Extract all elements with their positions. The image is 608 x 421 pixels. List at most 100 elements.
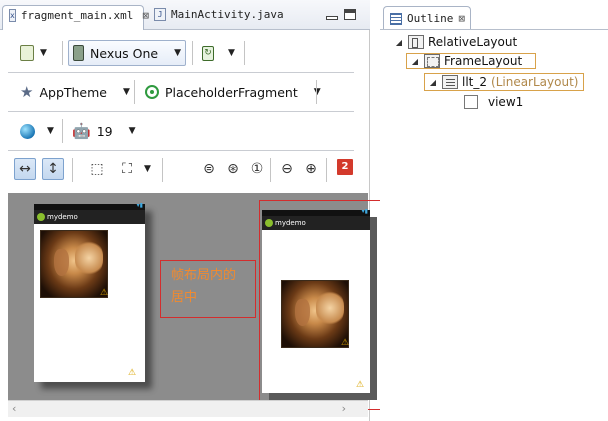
- zoom-real-icon: ⊛: [227, 161, 239, 177]
- android-icon: 🤖: [72, 122, 91, 140]
- toolbar-separator: [8, 111, 354, 112]
- wifi-icon: ▾▮: [136, 202, 143, 209]
- maximize-button[interactable]: [344, 9, 356, 20]
- tree-item-llt2[interactable]: ◢ llt_2 (LinearLayout): [428, 73, 578, 91]
- zoom-fit-button[interactable]: ⊜: [198, 158, 220, 180]
- chevron-down-icon: ▼: [47, 126, 54, 136]
- chevron-down-icon: ▼: [128, 126, 136, 136]
- activity-label: PlaceholderFragment: [165, 84, 298, 100]
- activity-select[interactable]: PlaceholderFragment ▼: [141, 79, 325, 105]
- star-icon: ★: [20, 83, 34, 101]
- tree-item-label: FrameLayout: [444, 54, 523, 68]
- outline-tab-label: Outline: [407, 12, 454, 25]
- zoom-out-icon: ⊖: [281, 161, 293, 177]
- tree-item-view1[interactable]: view1: [464, 93, 523, 111]
- toolbar-divider: [62, 119, 63, 143]
- layout-editor: x fragment_main.xml ⊠ J MainActivity.jav…: [0, 0, 383, 421]
- annotation-line: 帧布局内的: [171, 268, 237, 283]
- tab-label: MainActivity.java: [171, 8, 284, 21]
- toolbar-divider: [162, 158, 163, 182]
- width-arrows-icon: ↔: [19, 161, 31, 177]
- warning-icon: ⚠: [128, 368, 137, 378]
- relative-layout-icon: [408, 35, 424, 49]
- margins-icon: ⬚: [90, 161, 104, 177]
- expand-icon[interactable]: ◢: [428, 78, 438, 87]
- config-icon: [20, 45, 34, 61]
- theme-label: AppTheme: [39, 84, 107, 100]
- height-arrows-icon: ↕: [47, 161, 59, 177]
- show-margins-button[interactable]: ⬚: [86, 158, 108, 180]
- api-level-label: 19: [96, 123, 113, 139]
- toolbar-divider: [192, 41, 193, 65]
- chevron-down-icon: ▼: [174, 48, 181, 58]
- toggle-fill-width-button[interactable]: ↔: [14, 158, 36, 180]
- tree-item-label: llt_2: [462, 75, 488, 89]
- orientation-button[interactable]: ↻ ▼: [198, 40, 239, 66]
- tree-item-label: RelativeLayout: [428, 35, 518, 49]
- view-icon: [464, 95, 478, 109]
- chevron-down-icon: ▼: [40, 48, 47, 58]
- zoom-100-button[interactable]: ①: [246, 158, 268, 180]
- resize-icon: ⛶: [122, 161, 132, 177]
- chevron-left-icon[interactable]: ‹: [12, 402, 16, 415]
- close-icon[interactable]: ⊠: [458, 12, 465, 25]
- toggle-fill-height-button[interactable]: ↕: [42, 158, 64, 180]
- tree-item-label: view1: [488, 95, 524, 109]
- chevron-down-icon: ▼: [144, 164, 151, 174]
- outline-view: Outline ⊠ ◢ RelativeLayout ◢ FrameLayout…: [380, 0, 608, 421]
- zoom-in-button[interactable]: ⊕: [300, 158, 322, 180]
- toolbar-divider: [244, 41, 245, 65]
- tree-item-type: (LinearLayout): [491, 75, 579, 89]
- expand-icon[interactable]: ◢: [394, 38, 404, 47]
- config-button[interactable]: ▼: [16, 40, 51, 66]
- minimize-button[interactable]: [326, 16, 338, 20]
- toolbar-divider: [316, 80, 317, 104]
- device-select[interactable]: Nexus One ▼: [68, 40, 186, 66]
- toolbar-divider: [134, 80, 135, 104]
- tree-item-framelayout[interactable]: ◢ FrameLayout: [410, 52, 522, 70]
- java-file-icon: J: [154, 8, 166, 21]
- resize-dropdown[interactable]: ▼: [140, 158, 155, 180]
- zoom-100-icon: ①: [250, 161, 264, 177]
- chevron-down-icon: ▼: [123, 87, 130, 97]
- toolbar-separator: [8, 72, 354, 73]
- activity-icon: [145, 85, 159, 99]
- toolbar-divider: [62, 41, 63, 65]
- toolbar-divider: [270, 158, 271, 182]
- action-bar: mydemo: [34, 210, 145, 224]
- chevron-down-icon: ▼: [228, 48, 235, 58]
- zoom-out-button[interactable]: ⊖: [276, 158, 298, 180]
- expand-icon[interactable]: ◢: [410, 57, 420, 66]
- error-count-badge[interactable]: 2: [337, 159, 353, 175]
- device-label: Nexus One: [90, 45, 159, 61]
- zoom-fit-icon: ⊜: [203, 161, 215, 177]
- outline-icon: [390, 12, 402, 25]
- linear-layout-icon: [442, 75, 458, 89]
- chevron-right-icon[interactable]: ›: [342, 402, 346, 415]
- phone-preview-left: ▾▮ mydemo ⚠ ⚠: [34, 202, 145, 382]
- tree-item-relativelayout[interactable]: ◢ RelativeLayout: [394, 33, 517, 51]
- annotation-line: 居中: [171, 290, 198, 305]
- zoom-real-size-button[interactable]: ⊛: [222, 158, 244, 180]
- editor-tab-bar: x fragment_main.xml ⊠ J MainActivity.jav…: [0, 0, 370, 30]
- api-level-select[interactable]: 🤖 19 ▼: [68, 118, 140, 144]
- tab-main-activity[interactable]: J MainActivity.java: [148, 5, 308, 30]
- toolbar-divider: [72, 158, 73, 182]
- locale-select[interactable]: ▼: [16, 118, 58, 144]
- tab-label: fragment_main.xml: [20, 9, 134, 22]
- toolbar-separator: [8, 150, 354, 151]
- xml-file-icon: x: [9, 9, 16, 22]
- tab-outline[interactable]: Outline ⊠: [383, 6, 471, 30]
- annotation-note: 帧布局内的 居中: [160, 260, 256, 318]
- theme-select[interactable]: ★ AppTheme ▼: [16, 79, 134, 105]
- horizontal-scrollbar[interactable]: ‹ ›: [8, 400, 368, 417]
- image-view: [40, 230, 108, 298]
- tab-fragment-main[interactable]: x fragment_main.xml ⊠: [2, 5, 149, 30]
- resize-button[interactable]: ⛶: [116, 158, 138, 180]
- toolbar-divider: [326, 158, 327, 182]
- rotate-icon: ↻: [202, 45, 214, 61]
- outline-divider: [380, 29, 608, 30]
- chevron-down-icon: ▼: [313, 87, 321, 97]
- globe-icon: [20, 123, 35, 139]
- highlight-frame: [259, 200, 383, 410]
